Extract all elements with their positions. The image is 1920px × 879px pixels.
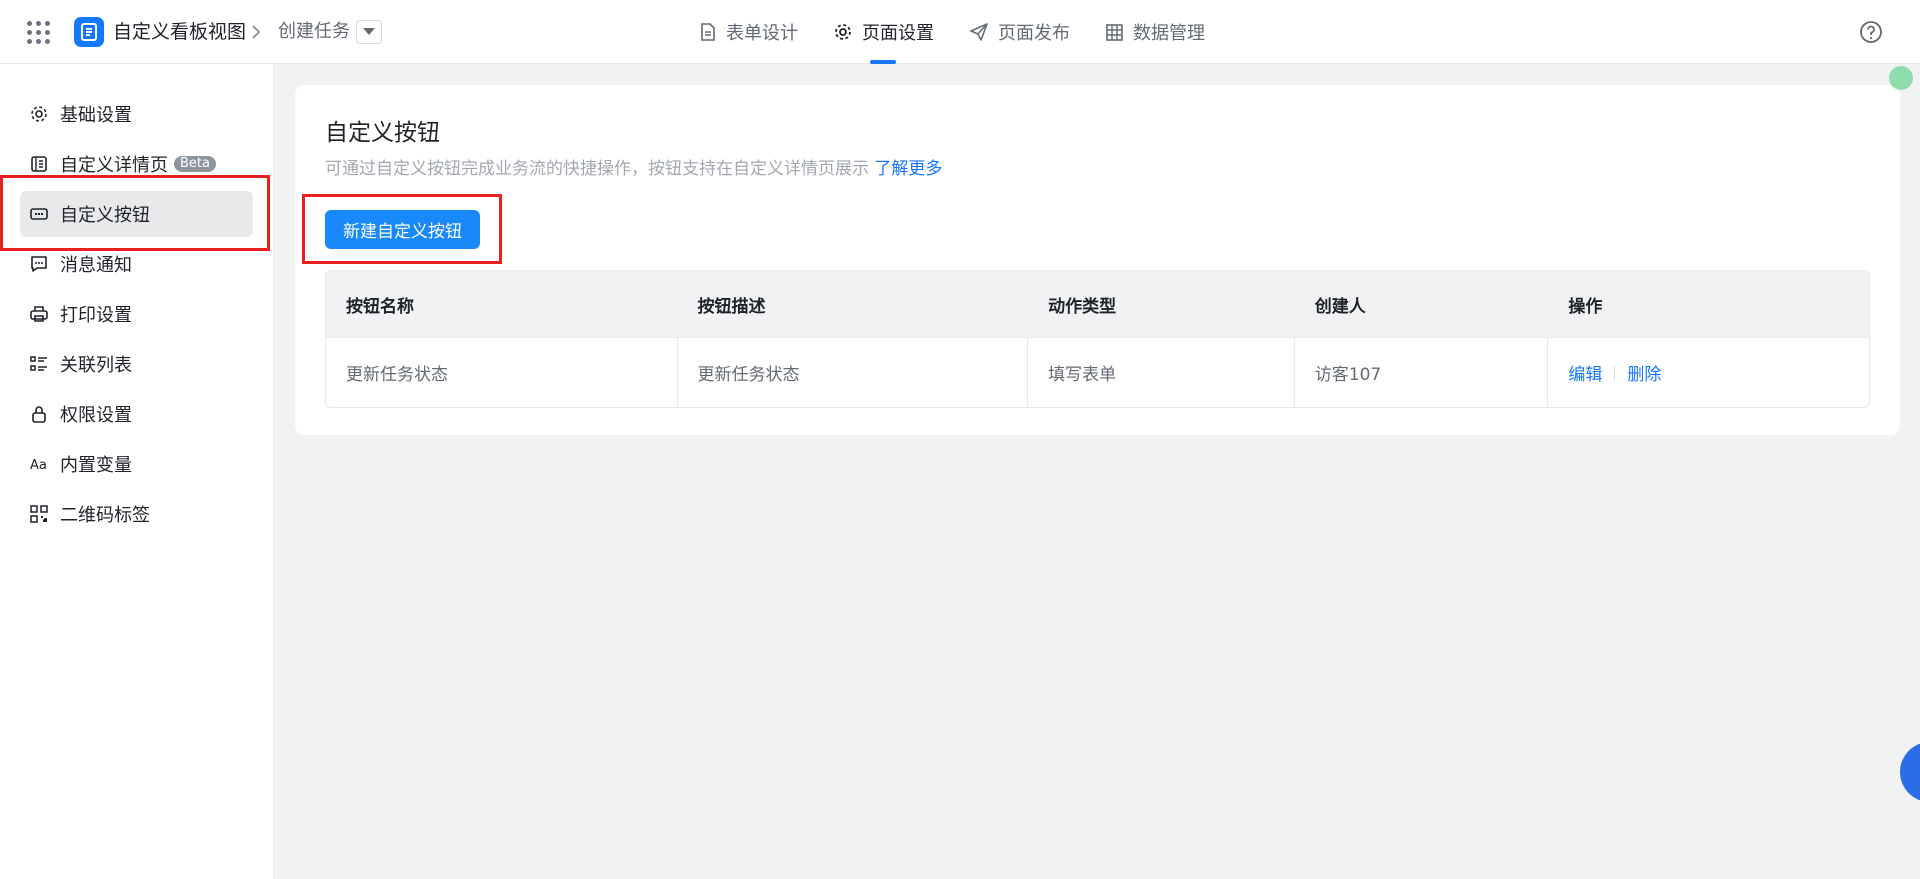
- printer-icon: [30, 306, 48, 322]
- list-icon: [30, 356, 47, 371]
- sidebar-item-qrcode-label[interactable]: 二维码标签: [20, 491, 253, 537]
- column-header-button-name: 按钮名称: [346, 296, 414, 317]
- tab-form-design[interactable]: 表单设计: [700, 0, 798, 64]
- tab-label: 数据管理: [1133, 23, 1205, 44]
- sidebar-item-message-notification[interactable]: 消息通知: [20, 241, 253, 287]
- tab-page-publish[interactable]: 页面发布: [970, 0, 1070, 64]
- sidebar-item-label: 自定义详情页: [60, 155, 168, 176]
- table-row: 更新任务状态 更新任务状态 填写表单 访客107 编辑 删除: [326, 337, 1869, 407]
- app-name[interactable]: 自定义看板视图: [113, 20, 246, 44]
- delete-link[interactable]: 删除: [1627, 360, 1661, 385]
- status-indicator: [1889, 66, 1913, 90]
- text-icon: Aa: [30, 458, 47, 473]
- cell-actions: 编辑 删除: [1548, 338, 1869, 407]
- cell-creator: 访客107: [1295, 338, 1549, 407]
- tab-page-settings[interactable]: 页面设置: [834, 0, 934, 64]
- description-text: 可通过自定义按钮完成业务流的快捷操作，按钮支持在自定义详情页展示: [325, 159, 869, 179]
- svg-text:Aa: Aa: [30, 458, 47, 473]
- edit-link[interactable]: 编辑: [1568, 360, 1602, 385]
- custom-buttons-table: 按钮名称 按钮描述 动作类型 创建人 操作 更新任务状态 更新任务状态 填写表单…: [325, 270, 1870, 408]
- gear-icon: [31, 106, 47, 122]
- page-description: 可通过自定义按钮完成业务流的快捷操作，按钮支持在自定义详情页展示 了解更多: [325, 157, 942, 181]
- caret-down-icon: [363, 28, 375, 35]
- send-icon: [970, 23, 988, 41]
- sidebar-item-label: 二维码标签: [60, 505, 150, 526]
- table-icon: [1106, 23, 1123, 41]
- apps-grid-icon[interactable]: [26, 20, 50, 44]
- divider: [1614, 365, 1616, 380]
- top-bar: 自定义看板视图 创建任务 表单设计 页面设置 页面发布 数据管理: [0, 0, 1920, 64]
- page-title: 自定义按钮: [325, 120, 440, 146]
- tab-data-management[interactable]: 数据管理: [1106, 0, 1205, 64]
- sidebar-item-basic-settings[interactable]: 基础设置: [20, 91, 253, 137]
- page-dropdown-button[interactable]: [356, 20, 382, 44]
- sidebar-item-permission-settings[interactable]: 权限设置: [20, 391, 253, 437]
- column-header-button-description: 按钮描述: [697, 296, 766, 317]
- settings-sidebar: 基础设置 自定义详情页 Beta 自定义按钮 消息通知 打印设置 关联列表 权限…: [0, 64, 274, 879]
- lock-icon: [32, 406, 46, 423]
- sidebar-item-label: 关联列表: [60, 355, 132, 376]
- page-name: 创建任务: [278, 21, 350, 42]
- column-header-actions: 操作: [1568, 296, 1603, 317]
- sidebar-item-label: 自定义按钮: [60, 205, 150, 226]
- column-header-action-type: 动作类型: [1048, 296, 1117, 317]
- beta-badge: Beta: [174, 156, 216, 172]
- help-icon[interactable]: [1859, 20, 1883, 44]
- button-icon: [30, 208, 48, 220]
- document-icon: [701, 23, 715, 41]
- sidebar-item-label: 基础设置: [60, 105, 132, 126]
- cell-button-description: 更新任务状态: [678, 338, 1029, 407]
- table-header-row: 按钮名称 按钮描述 动作类型 创建人 操作: [326, 271, 1869, 337]
- tab-label: 页面设置: [862, 23, 934, 44]
- gear-icon: [835, 24, 851, 40]
- detail-page-icon: [31, 156, 47, 172]
- qrcode-icon: [30, 505, 48, 523]
- app-logo-icon: [74, 17, 104, 47]
- new-custom-button-button[interactable]: 新建自定义按钮: [325, 210, 480, 249]
- sidebar-item-custom-detail-page[interactable]: 自定义详情页 Beta: [20, 141, 253, 187]
- tab-label: 表单设计: [726, 23, 798, 44]
- cell-button-name: 更新任务状态: [326, 338, 678, 407]
- floating-assistant-button[interactable]: [1900, 742, 1920, 802]
- learn-more-link[interactable]: 了解更多: [874, 159, 942, 179]
- cell-action-type: 填写表单: [1028, 338, 1295, 407]
- sidebar-item-label: 打印设置: [60, 305, 132, 326]
- sidebar-item-print-settings[interactable]: 打印设置: [20, 291, 253, 337]
- sidebar-item-related-list[interactable]: 关联列表: [20, 341, 253, 387]
- top-nav-tabs: 表单设计 页面设置 页面发布 数据管理: [700, 0, 1241, 64]
- sidebar-item-label: 权限设置: [60, 405, 132, 426]
- column-header-creator: 创建人: [1314, 296, 1366, 317]
- sidebar-item-label: 内置变量: [60, 455, 132, 476]
- tab-label: 页面发布: [998, 23, 1070, 44]
- message-icon: [31, 256, 47, 272]
- sidebar-item-builtin-variables[interactable]: Aa 内置变量: [20, 441, 253, 487]
- sidebar-item-custom-button[interactable]: 自定义按钮: [20, 191, 253, 237]
- chevron-right-icon: [252, 25, 261, 39]
- sidebar-item-label: 消息通知: [60, 255, 132, 276]
